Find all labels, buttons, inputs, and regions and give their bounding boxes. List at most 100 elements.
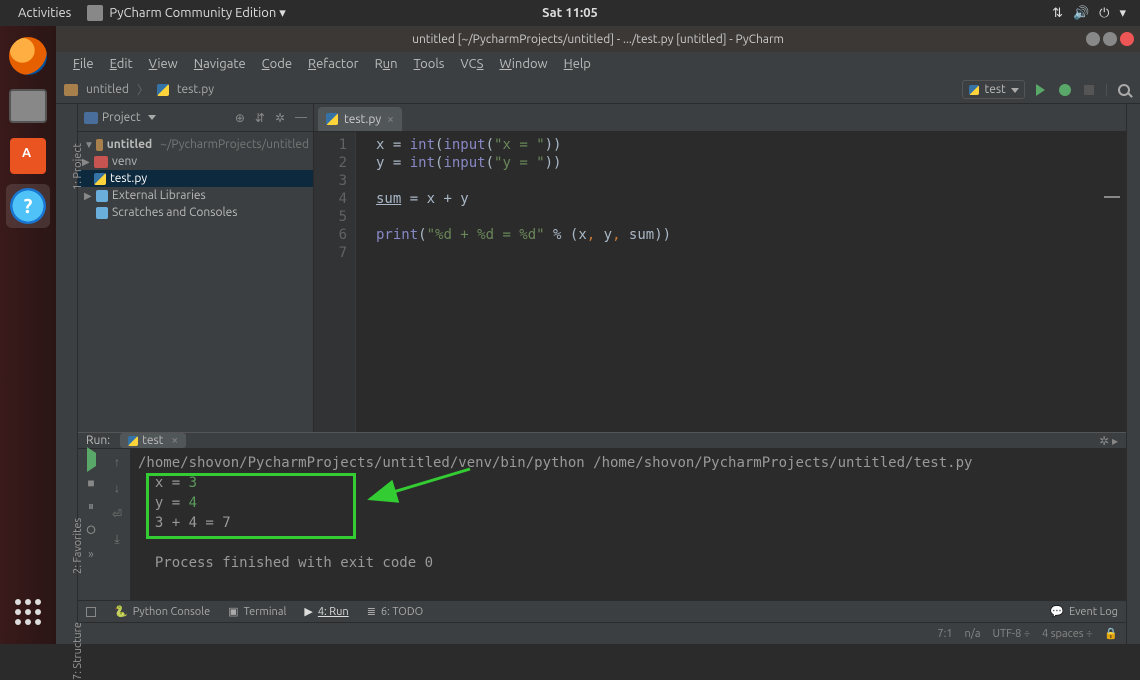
window-title: untitled [~/PycharmProjects/untitled] - … xyxy=(412,33,784,46)
run-button[interactable] xyxy=(1033,82,1049,98)
code-lines[interactable]: x = int(input("x = ")) y = int(input("y … xyxy=(356,132,1126,432)
python-file-icon xyxy=(94,173,106,185)
python-file-icon xyxy=(326,113,338,125)
window-titlebar: untitled [~/PycharmProjects/untitled] - … xyxy=(56,26,1140,52)
activities-button[interactable]: Activities xyxy=(18,6,71,20)
console-output[interactable]: /home/shovon/PycharmProjects/untitled/ve… xyxy=(130,449,1126,637)
soft-wrap-button[interactable]: ⏎ xyxy=(112,507,122,521)
dock-show-apps[interactable] xyxy=(10,594,46,630)
tool-tab-project[interactable]: 1: Project xyxy=(72,143,84,190)
stop-icon xyxy=(1084,85,1094,95)
navigation-bar: untitled 〉 test.py test | xyxy=(56,76,1140,104)
help-icon: ? xyxy=(10,188,46,224)
editor-tab-test[interactable]: test.py × xyxy=(318,107,402,131)
menu-view[interactable]: View xyxy=(142,55,185,73)
project-view-selector[interactable]: Project xyxy=(84,111,156,124)
run-panel-label: Run: xyxy=(86,434,110,447)
menu-refactor[interactable]: Refactor xyxy=(301,55,366,73)
volume-icon[interactable]: 🔊 xyxy=(1073,6,1089,21)
tree-project-root[interactable]: ▼untitled~/PycharmProjects/untitled xyxy=(78,136,313,153)
tree-root-label: untitled xyxy=(107,138,152,151)
down-button[interactable]: ↓ xyxy=(114,481,120,495)
collapse-all-button[interactable]: ⇵ xyxy=(255,111,265,125)
menu-window[interactable]: Window xyxy=(492,55,554,73)
menu-edit[interactable]: Edit xyxy=(103,55,140,73)
dock-software[interactable] xyxy=(6,134,50,178)
tool-tab-structure[interactable]: 7: Structure xyxy=(72,622,84,680)
locate-file-button[interactable]: ⊕ xyxy=(235,111,245,125)
menu-tools[interactable]: Tools xyxy=(407,55,452,73)
folder-icon xyxy=(64,84,78,96)
up-button[interactable]: ↑ xyxy=(114,455,120,469)
menu-file[interactable]: File xyxy=(66,55,101,73)
window-maximize-button[interactable] xyxy=(1103,32,1117,46)
breadcrumb-root[interactable]: untitled xyxy=(86,83,129,96)
project-tree[interactable]: ▼untitled~/PycharmProjects/untitled ▶ven… xyxy=(78,132,313,225)
tree-venv[interactable]: ▶venv xyxy=(78,153,313,170)
hide-button[interactable]: — xyxy=(295,111,307,125)
close-icon[interactable]: × xyxy=(171,434,178,447)
main-area: 1: Project 2: Favorites 7: Structure Pro… xyxy=(56,104,1140,644)
menu-vcs[interactable]: VCS xyxy=(453,55,490,73)
play-icon xyxy=(87,447,96,472)
console-command: /home/shovon/PycharmProjects/untitled/ve… xyxy=(138,455,972,471)
dock-help[interactable]: ? xyxy=(6,184,50,228)
tool-tab-favorites[interactable]: 2: Favorites xyxy=(72,518,84,574)
breadcrumb-separator: 〉 xyxy=(137,81,149,98)
close-tab-button[interactable]: × xyxy=(387,113,394,126)
editor-tab-label: test.py xyxy=(344,113,381,126)
run-panel-header: Run: test× ✲ ▸ xyxy=(78,433,1126,449)
tree-root-path: ~/PycharmProjects/untitled xyxy=(160,138,309,151)
menu-help[interactable]: Help xyxy=(557,55,598,73)
rerun-button[interactable] xyxy=(87,453,96,466)
search-icon xyxy=(1118,84,1130,96)
network-icon[interactable]: ⇅ xyxy=(1052,6,1063,21)
breadcrumb-file[interactable]: test.py xyxy=(177,83,214,96)
hard-wrap-marker xyxy=(1104,196,1120,198)
window-minimize-button[interactable] xyxy=(1086,32,1100,46)
run-settings-button[interactable]: ✲ ▸ xyxy=(1099,434,1118,448)
code-area[interactable]: 1234567 x = int(input("x = ")) y = int(i… xyxy=(314,132,1126,432)
scroll-end-button[interactable]: ⤓ xyxy=(114,533,119,547)
folder-icon xyxy=(96,139,103,151)
exit-button[interactable]: ⭘ xyxy=(84,524,98,538)
window-close-button[interactable] xyxy=(1120,32,1134,46)
scratch-icon xyxy=(96,207,108,219)
files-icon xyxy=(9,89,47,123)
tree-scratches[interactable]: Scratches and Consoles xyxy=(78,204,313,221)
more-button[interactable]: » xyxy=(84,548,98,562)
firefox-icon xyxy=(9,37,47,75)
software-icon xyxy=(10,138,46,174)
tree-file-label: test.py xyxy=(110,172,147,185)
gutter: 1234567 xyxy=(314,132,356,432)
menu-navigate[interactable]: Navigate xyxy=(187,55,253,73)
clock[interactable]: Sat 11:05 xyxy=(542,6,598,20)
tree-file-test[interactable]: test.py xyxy=(78,170,313,187)
menu-code[interactable]: Code xyxy=(255,55,299,73)
search-everywhere-button[interactable] xyxy=(1116,82,1132,98)
stop-button[interactable] xyxy=(1081,82,1097,98)
editor: test.py × 1234567 x = int(input("x = "))… xyxy=(314,104,1126,432)
stop-button[interactable]: ■ xyxy=(84,476,98,490)
app-menu[interactable]: PyCharm Community Edition ▾ xyxy=(87,5,286,21)
power-icon[interactable]: ⏻ xyxy=(1099,6,1109,21)
settings-button[interactable]: ✲ xyxy=(275,111,285,125)
toggle-tool-windows-button[interactable] xyxy=(86,607,96,617)
run-tab[interactable]: test× xyxy=(120,433,186,448)
system-menu-chevron-icon[interactable]: ▾ xyxy=(1119,6,1126,21)
library-icon xyxy=(96,190,108,202)
tree-extlib-label: External Libraries xyxy=(112,189,206,202)
tree-external-libraries[interactable]: ▶External Libraries xyxy=(78,187,313,204)
play-icon xyxy=(1036,84,1045,96)
dock-firefox[interactable] xyxy=(6,34,50,78)
tree-venv-label: venv xyxy=(112,155,137,168)
menu-run[interactable]: Run xyxy=(368,55,405,73)
left-tool-strip: 1: Project 2: Favorites 7: Structure xyxy=(56,104,78,644)
run-tool-window: Run: test× ✲ ▸ ■ ⏸ ⭘ » ↑ ↓ ⏎ xyxy=(78,432,1126,600)
pause-button[interactable]: ⏸ xyxy=(84,500,98,514)
run-config-selector[interactable]: test xyxy=(962,80,1025,99)
python-file-icon xyxy=(128,436,138,446)
debug-button[interactable] xyxy=(1057,82,1073,98)
dock-files[interactable] xyxy=(6,84,50,128)
right-tool-strip xyxy=(1126,104,1140,644)
